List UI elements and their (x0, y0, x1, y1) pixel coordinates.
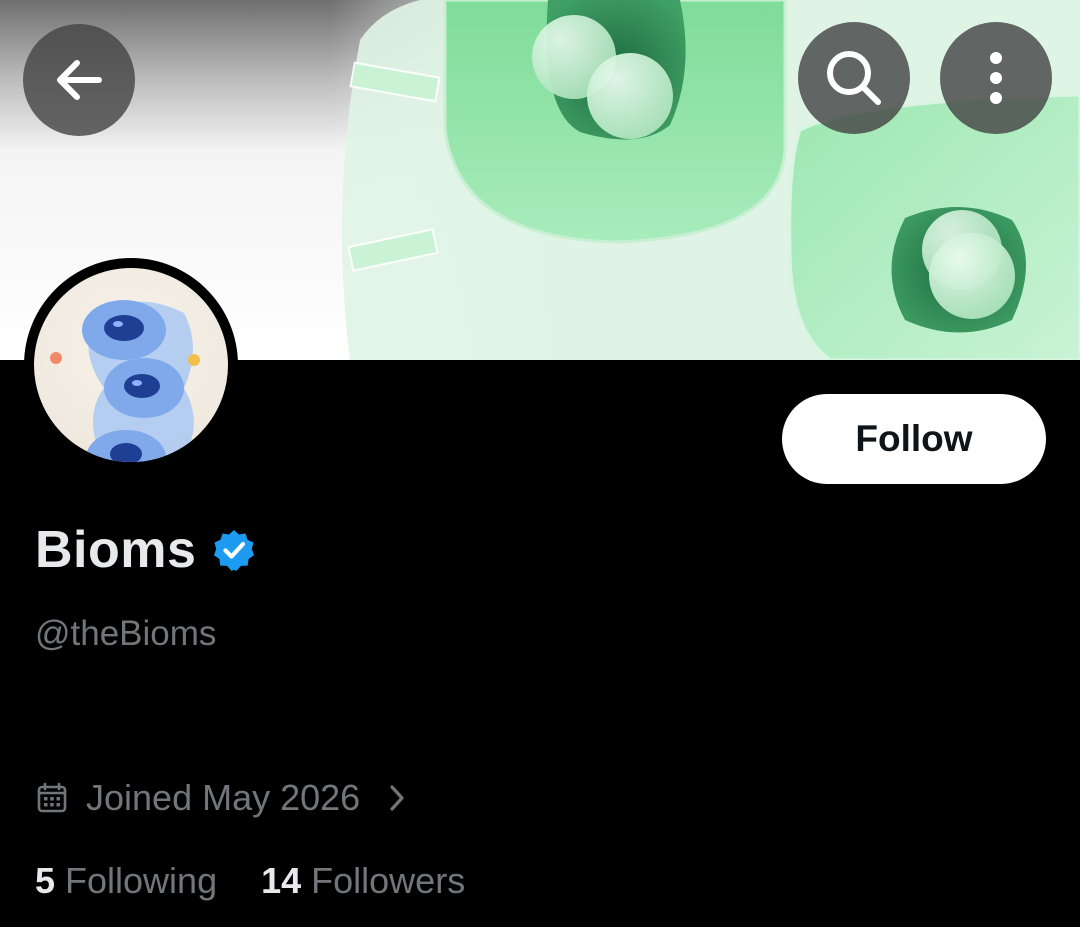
follow-stats: 5 Following 14 Followers (35, 858, 465, 904)
profile-name: Bioms (35, 521, 197, 579)
following-label: Following (65, 860, 218, 901)
profile-name-row: Bioms (35, 520, 256, 580)
back-button[interactable] (23, 24, 135, 136)
follow-button[interactable]: Follow (782, 394, 1046, 484)
calendar-icon (37, 782, 67, 813)
search-button[interactable] (798, 22, 910, 134)
avatar[interactable] (24, 258, 238, 472)
search-icon (827, 51, 881, 105)
following-link[interactable]: 5 Following (35, 860, 217, 902)
joined-date: Joined May 2026 (86, 777, 361, 818)
following-count: 5 (35, 860, 56, 901)
joined-date-row[interactable]: Joined May 2026 (36, 774, 408, 822)
avatar-image (34, 268, 228, 462)
followers-label: Followers (311, 860, 466, 901)
followers-link[interactable]: 14 Followers (261, 860, 465, 902)
profile-handle: @theBioms (35, 614, 217, 653)
more-options-button[interactable] (940, 22, 1052, 134)
followers-count: 14 (261, 860, 302, 901)
verified-badge-icon[interactable] (212, 528, 256, 572)
arrow-left-icon (57, 60, 102, 100)
more-vertical-icon (990, 52, 1002, 104)
chevron-right-icon (390, 785, 404, 811)
